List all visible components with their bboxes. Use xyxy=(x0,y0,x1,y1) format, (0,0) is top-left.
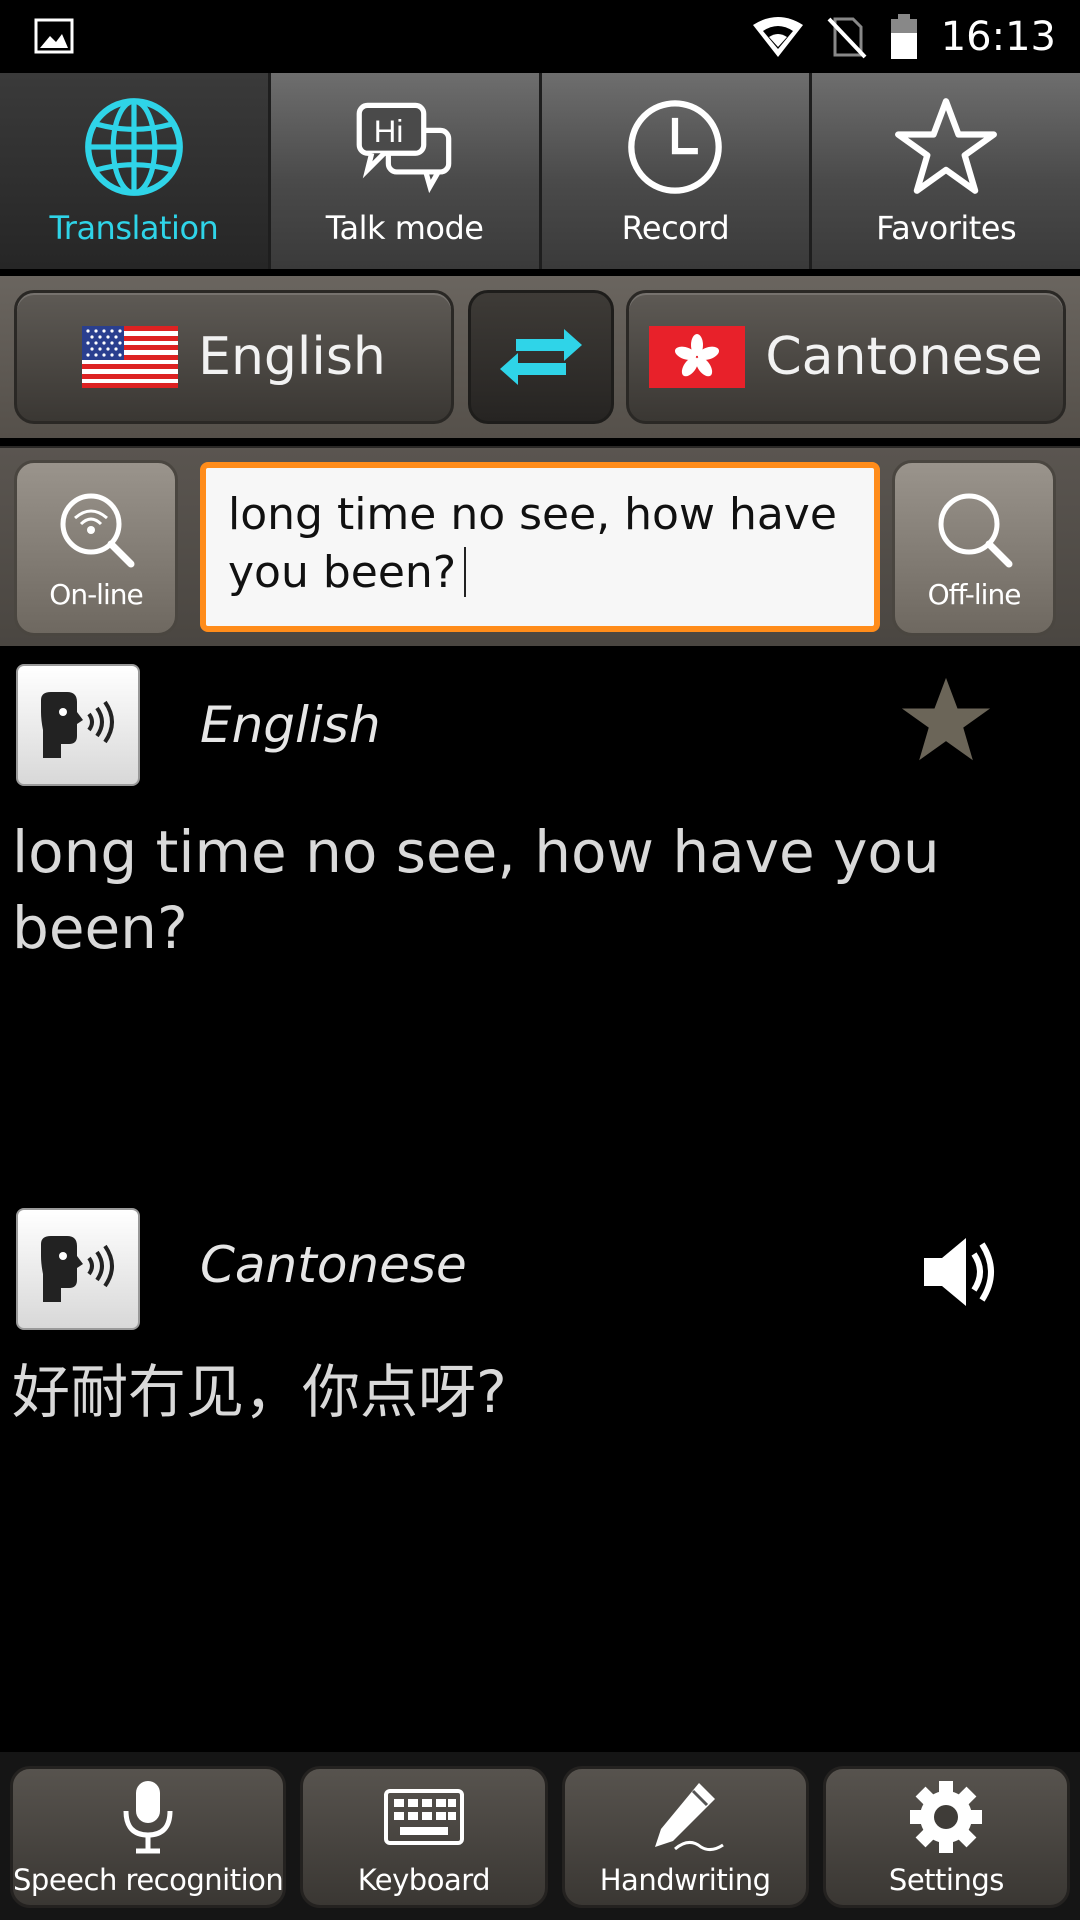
tab-record[interactable]: Record xyxy=(541,73,813,269)
bottom-label: Settings xyxy=(888,1863,1004,1897)
gallery-icon xyxy=(34,18,74,54)
speaking-head-icon xyxy=(41,1236,114,1302)
tab-label: Translation xyxy=(49,209,219,247)
target-result-block: Cantonese 好耐冇见，你点呀? xyxy=(0,1206,1080,1446)
tab-talk-mode[interactable]: Hi Talk mode xyxy=(270,73,542,269)
clock-time: 16:13 xyxy=(940,14,1056,60)
settings-button[interactable]: Settings xyxy=(822,1766,1071,1908)
gear-icon xyxy=(910,1781,983,1853)
source-result-text: long time no see, how have you been? xyxy=(12,818,940,962)
tab-translation[interactable]: Translation xyxy=(0,73,271,269)
target-language-name: Cantonese xyxy=(765,327,1043,387)
tab-favorites[interactable]: Favorites xyxy=(812,73,1080,269)
online-search-button[interactable]: On-line xyxy=(14,460,178,636)
clock-icon xyxy=(628,100,723,194)
svg-text:Hi: Hi xyxy=(373,114,402,149)
speaking-head-icon xyxy=(41,692,114,758)
wifi-icon xyxy=(752,17,803,57)
swap-languages-button[interactable] xyxy=(468,290,614,424)
volume-icon[interactable] xyxy=(920,1232,1006,1312)
input-text: long time no see, how have you been? xyxy=(228,489,837,598)
chat-bubbles-icon: Hi xyxy=(356,102,451,194)
tab-label: Favorites xyxy=(876,209,1017,247)
source-result-language: English xyxy=(200,696,381,754)
no-sim-icon xyxy=(827,17,867,59)
speak-target-button[interactable] xyxy=(16,1208,140,1330)
offline-search-button[interactable]: Off-line xyxy=(892,460,1056,636)
globe-icon xyxy=(84,98,183,196)
target-result-text: 好耐冇见，你点呀? xyxy=(12,1358,507,1426)
bottom-label: Keyboard xyxy=(357,1863,491,1897)
source-result-block: English long time no see, how have you b… xyxy=(0,664,1080,962)
microphone-icon xyxy=(123,1781,173,1854)
bottom-label: Speech recognition xyxy=(13,1863,284,1897)
speech-recognition-button[interactable]: Speech recognition xyxy=(10,1766,287,1908)
star-outline-icon xyxy=(895,98,998,194)
tab-label: Record xyxy=(621,209,730,247)
bottom-label: Handwriting xyxy=(599,1863,771,1897)
online-label: On-line xyxy=(49,577,143,611)
tab-label: Talk mode xyxy=(325,209,484,247)
swap-arrows-icon xyxy=(500,329,582,385)
keyboard-icon xyxy=(383,1789,464,1845)
us-flag-icon xyxy=(82,326,179,388)
source-language-name: English xyxy=(198,327,386,387)
source-language-button[interactable]: English xyxy=(14,290,454,424)
language-selector-row: English Cantonese xyxy=(0,276,1080,438)
handwriting-button[interactable]: Handwriting xyxy=(561,1766,809,1908)
bottom-toolbar: Speech recognition Keyboard Handwriting xyxy=(0,1752,1080,1920)
pen-icon xyxy=(655,1783,724,1852)
top-tab-bar: Translation Hi Talk mode Record Favorite… xyxy=(0,73,1080,269)
speak-source-button[interactable] xyxy=(16,664,140,786)
text-caret xyxy=(464,547,467,597)
search-icon xyxy=(938,493,1013,567)
offline-label: Off-line xyxy=(927,577,1022,611)
hk-flag-icon xyxy=(649,326,746,388)
online-search-icon xyxy=(60,493,135,567)
keyboard-button[interactable]: Keyboard xyxy=(300,1766,548,1908)
battery-icon xyxy=(890,14,917,59)
translation-text-input[interactable]: long time no see, how have you been? xyxy=(200,462,880,632)
target-language-button[interactable]: Cantonese xyxy=(626,290,1066,424)
star-filled-icon[interactable] xyxy=(898,674,994,766)
input-row: On-line long time no see, how have you b… xyxy=(0,446,1080,646)
status-bar: 16:13 xyxy=(0,0,1080,73)
target-result-language: Cantonese xyxy=(200,1236,467,1294)
